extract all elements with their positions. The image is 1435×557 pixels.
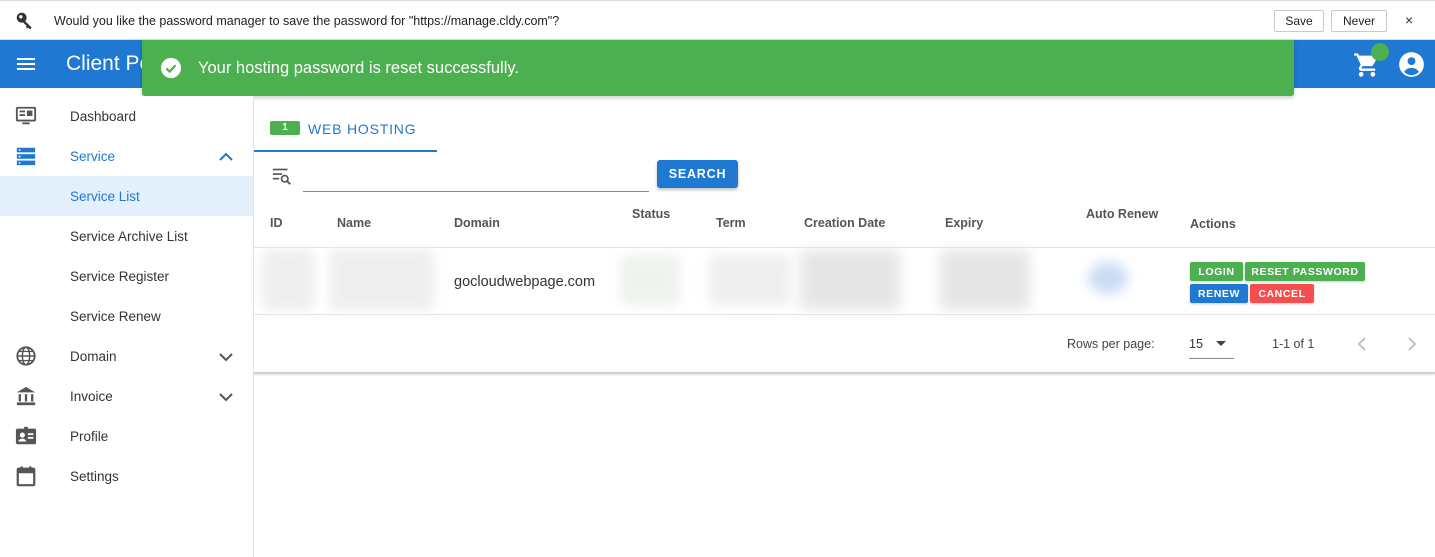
sidebar-item-service[interactable]: Service (0, 136, 253, 176)
chevron-left-icon[interactable] (1354, 335, 1370, 353)
redacted-status-cell (620, 255, 680, 305)
redacted-creation-date-cell (800, 250, 900, 310)
save-password-button[interactable]: Save (1274, 10, 1324, 32)
column-header-domain: Domain (454, 216, 500, 230)
login-button[interactable]: LOGIN (1190, 262, 1243, 281)
column-header-name: Name (337, 216, 372, 230)
sidebar-item-service-archive-list[interactable]: Service Archive List (0, 216, 253, 256)
column-header-term: Term (716, 216, 746, 230)
redacted-id-cell (262, 250, 314, 310)
pagination-range: 1-1 of 1 (1272, 337, 1315, 351)
rows-per-page-select[interactable]: 15 (1189, 333, 1234, 359)
tab-label: WEB HOSTING (308, 121, 417, 137)
chevron-up-icon (219, 152, 233, 161)
sidebar-item-label: Dashboard (70, 109, 137, 124)
success-toast: Your hosting password is reset successfu… (142, 40, 1294, 96)
sidebar-item-label: Settings (70, 469, 119, 484)
globe-icon (16, 346, 36, 366)
header-divider (254, 247, 1435, 248)
search-input[interactable] (303, 160, 649, 192)
sidebar-item-label: Invoice (70, 389, 113, 404)
sidebar-item-dashboard[interactable]: Dashboard (0, 96, 253, 136)
sidebar-item-service-register[interactable]: Service Register (0, 256, 253, 296)
reset-password-button[interactable]: RESET PASSWORD (1245, 262, 1365, 281)
toast-message: Your hosting password is reset successfu… (198, 59, 519, 77)
column-header-expiry: Expiry (945, 216, 984, 230)
check-circle-icon (160, 57, 182, 79)
filter-search-icon (272, 168, 291, 185)
sidebar-item-settings[interactable]: Settings (0, 456, 253, 496)
cart-badge (1371, 43, 1389, 61)
sidebar: Dashboard Service Service List Service A… (0, 96, 254, 557)
sidebar-item-label: Service (70, 149, 116, 164)
column-header-auto-renew: Auto Renew (1086, 207, 1159, 221)
menu-icon[interactable] (14, 52, 38, 76)
row-divider (254, 314, 1435, 315)
column-header-actions: Actions (1190, 217, 1236, 231)
search-button[interactable]: SEARCH (657, 160, 738, 188)
column-header-status: Status (632, 207, 671, 221)
rows-per-page-value: 15 (1189, 337, 1203, 351)
monitor-icon (15, 106, 37, 125)
server-icon (16, 147, 36, 166)
rows-per-page-label: Rows per page: (1067, 337, 1155, 351)
sidebar-item-domain[interactable]: Domain (0, 336, 253, 376)
dropdown-arrow-icon (1216, 341, 1226, 346)
table-footer-border (254, 372, 1435, 374)
redacted-auto-renew-toggle[interactable] (1088, 262, 1128, 294)
tab-web-hosting[interactable]: 1 WEB HOSTING (254, 96, 437, 152)
sidebar-item-profile[interactable]: Profile (0, 416, 253, 456)
redacted-name-cell (330, 250, 434, 310)
domain-cell: gocloudwebpage.com (454, 274, 596, 290)
calendar-icon (16, 466, 36, 487)
sidebar-item-label: Service Archive List (70, 229, 188, 244)
sidebar-item-service-renew[interactable]: Service Renew (0, 296, 253, 336)
sidebar-item-label: Domain (70, 349, 117, 364)
column-header-id: ID (270, 216, 283, 230)
chevron-down-icon (219, 393, 233, 402)
sidebar-item-invoice[interactable]: Invoice (0, 376, 253, 416)
password-manager-message: Would you like the password manager to s… (54, 14, 560, 28)
profile-card-icon (15, 426, 37, 445)
password-manager-bar: Would you like the password manager to s… (0, 0, 1435, 40)
sidebar-item-label: Service Register (70, 269, 170, 284)
account-icon[interactable] (1398, 51, 1425, 78)
never-save-button[interactable]: Never (1331, 10, 1387, 32)
redacted-expiry-cell (940, 250, 1030, 310)
app-title: Client Po (66, 52, 152, 75)
redacted-term-cell (710, 255, 790, 305)
column-header-creation-date: Creation Date (804, 216, 886, 230)
renew-button[interactable]: RENEW (1190, 284, 1248, 303)
bank-icon (16, 386, 36, 406)
close-icon[interactable]: × (1405, 12, 1413, 28)
cancel-button[interactable]: CANCEL (1250, 284, 1314, 303)
tab-bar: 1 WEB HOSTING (254, 96, 1435, 152)
chevron-right-icon[interactable] (1404, 335, 1420, 353)
sidebar-item-label: Service Renew (70, 309, 161, 324)
key-icon (16, 12, 32, 30)
tab-count-badge: 1 (270, 121, 300, 135)
sidebar-item-label: Profile (70, 429, 109, 444)
chevron-down-icon (219, 353, 233, 362)
sidebar-item-service-list[interactable]: Service List (0, 176, 253, 216)
sidebar-item-label: Service List (70, 189, 140, 204)
